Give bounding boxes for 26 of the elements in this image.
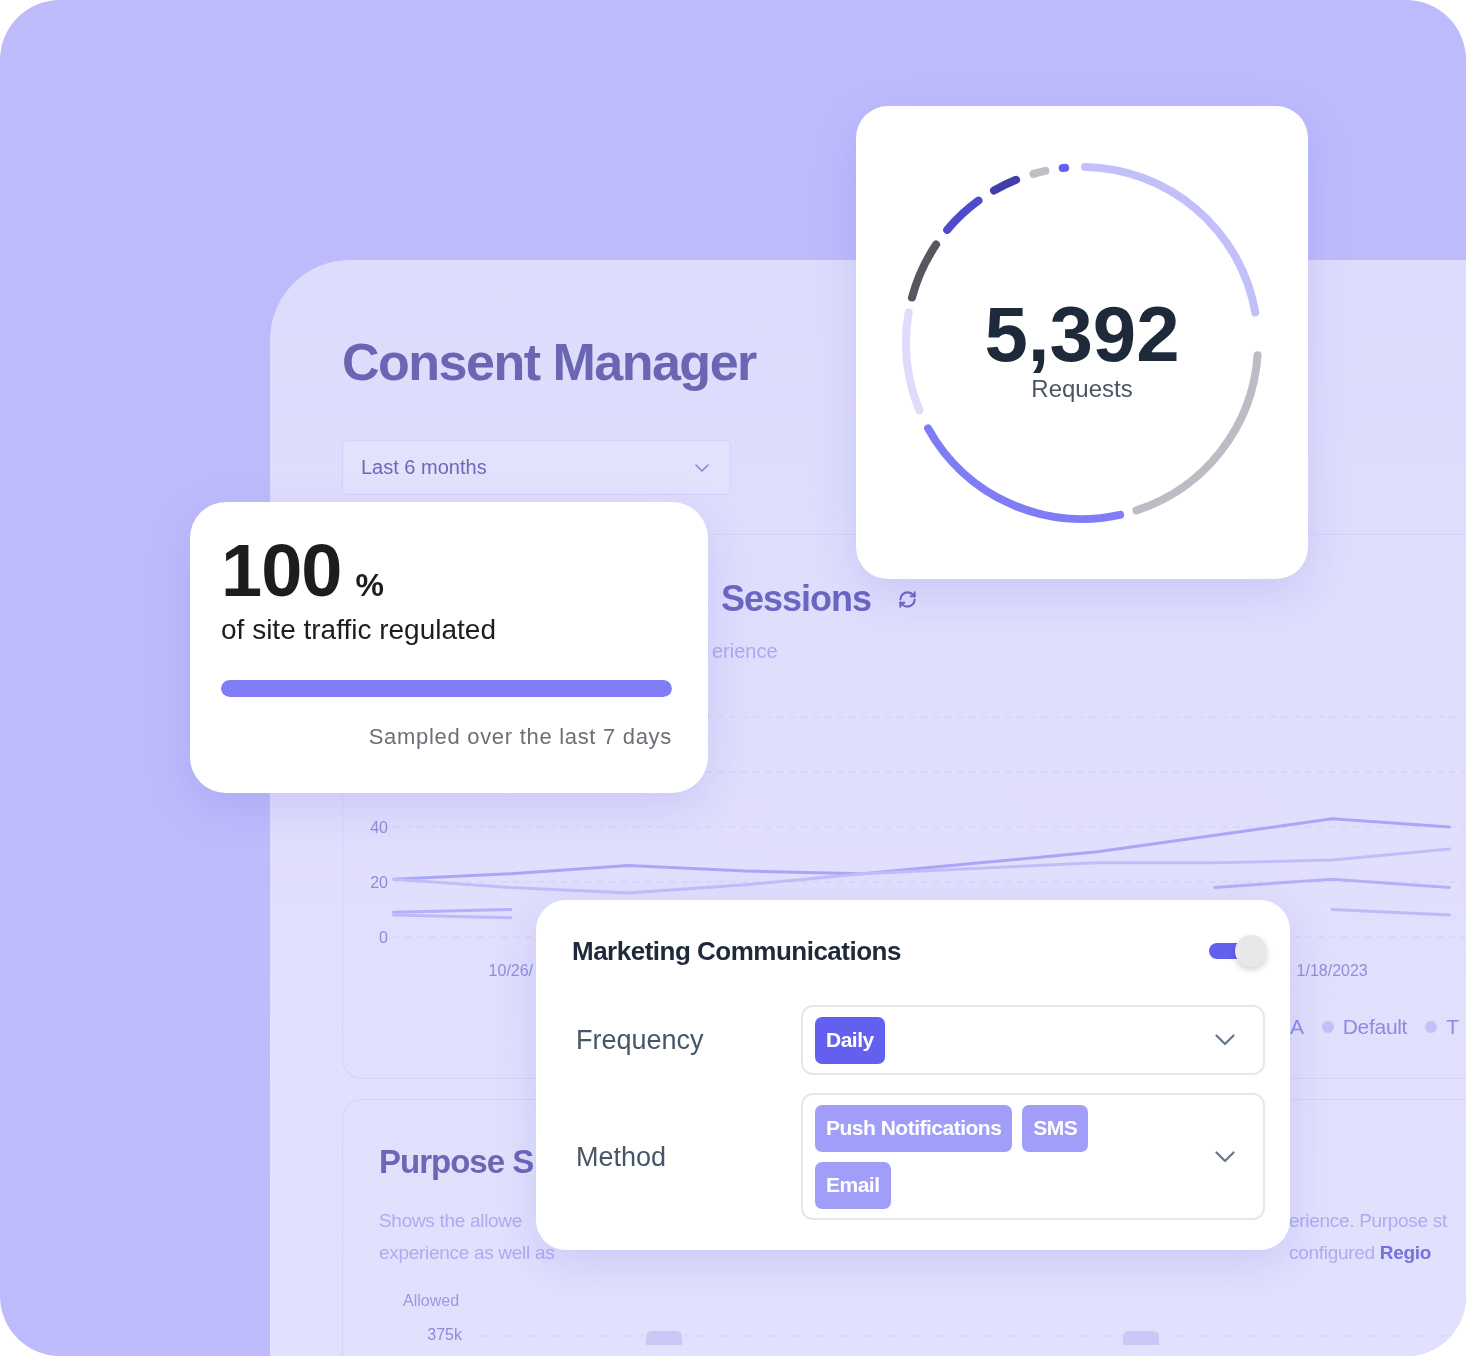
axis-label: 375k	[426, 1325, 462, 1345]
axis-label: 10/26/	[488, 962, 534, 979]
stat-note: Sampled over the last 7 days	[368, 724, 672, 750]
requests-label: Requests	[1031, 373, 1133, 404]
value-tag: Daily	[815, 1016, 885, 1064]
legend-label: T	[1446, 1014, 1459, 1040]
axis-label: 20	[370, 874, 388, 891]
field-label: Method	[576, 1140, 667, 1174]
value-tag: SMS	[1022, 1104, 1089, 1152]
value-tag: Email	[815, 1161, 891, 1209]
field-label: Frequency	[576, 1024, 704, 1057]
value-tag: Push Notifications	[815, 1104, 1013, 1152]
section-title: Sessions	[721, 577, 872, 621]
axis-title: Allowed	[403, 1291, 460, 1311]
stat-label: of site traffic regulated	[221, 613, 496, 647]
requests-count: 5,392	[984, 293, 1180, 374]
stat-value: 100	[221, 535, 342, 607]
axis-label: 1/18/2023	[1296, 962, 1368, 979]
card-title: Marketing Communications	[572, 936, 901, 966]
page-title: Consent Manager	[342, 332, 756, 392]
axis-label: 40	[370, 819, 388, 836]
axis-label: 0	[379, 929, 388, 946]
legend-label: A	[1290, 1014, 1304, 1040]
legend-label: Default	[1342, 1014, 1408, 1040]
stat-unit: %	[355, 567, 384, 603]
section-title: Purpose S	[379, 1142, 534, 1182]
